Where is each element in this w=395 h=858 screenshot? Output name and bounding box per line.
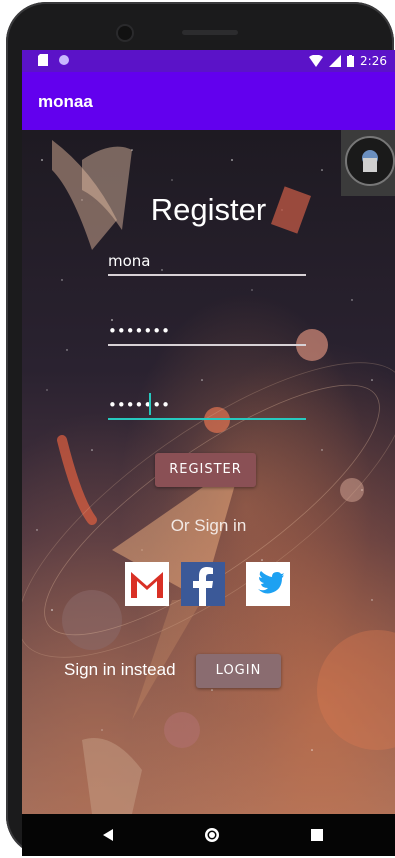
or-sign-in-text: Or Sign in [170,516,247,535]
page-title: Register [150,192,267,227]
facebook-icon [193,567,213,606]
sd-card-icon [38,54,48,66]
text-cursor [149,393,151,415]
back-icon [103,829,113,841]
device-screen: 2:26 monaa Register mona ••••••• •••••••… [22,50,395,814]
gmail-icon [131,572,163,598]
home-button[interactable] [192,814,232,856]
twitter-button[interactable] [246,562,290,606]
camera-icon [118,26,132,40]
phone-top-bezel [6,2,394,54]
facebook-button[interactable] [181,562,225,606]
avatar-image [345,136,395,186]
back-button[interactable] [88,814,128,856]
gmail-button[interactable] [125,562,169,606]
recents-icon [311,829,323,841]
status-bar: 2:26 [22,50,395,72]
speaker-grille [182,30,238,35]
signal-icon [329,55,342,67]
recents-button[interactable] [297,814,337,856]
avatar[interactable] [341,130,395,196]
username-field[interactable] [108,248,306,276]
status-time: 2:26 [360,54,387,68]
confirm-password-field[interactable] [108,392,306,420]
record-icon [59,55,69,65]
battery-icon [347,55,355,67]
register-screen: Register REGISTER Or Sign in Sign in ins… [22,130,395,814]
wifi-icon [309,55,324,67]
app-title: monaa [38,92,93,111]
app-bar: monaa [22,72,395,130]
register-button[interactable]: REGISTER [155,453,256,487]
home-icon [205,828,219,842]
navigation-bar [22,814,395,856]
login-button[interactable]: LOGIN [196,654,281,688]
password-field[interactable] [108,318,306,346]
twitter-icon [258,571,284,594]
drawing-logo-icon [362,150,378,172]
sign-in-instead-text: Sign in instead [64,660,176,679]
